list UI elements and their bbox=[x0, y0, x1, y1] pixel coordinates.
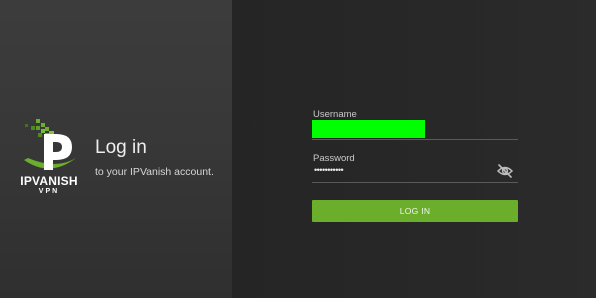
branding-panel: IPVANISH VPN Log in to your IPVanish acc… bbox=[0, 0, 232, 298]
login-button[interactable]: LOG IN bbox=[312, 200, 518, 222]
password-field[interactable]: ••••••••••• bbox=[314, 165, 344, 176]
logo-wordmark: IPVANISH bbox=[20, 174, 78, 188]
page-subtitle: to your IPVanish account. bbox=[95, 166, 214, 178]
page-title: Log in bbox=[95, 137, 147, 158]
password-label: Password bbox=[313, 153, 355, 164]
logo-subtext: VPN bbox=[38, 188, 60, 195]
password-underline bbox=[312, 182, 518, 183]
login-screen: IPVANISH VPN Log in to your IPVanish acc… bbox=[0, 0, 596, 298]
eye-off-icon[interactable] bbox=[496, 163, 514, 179]
form-panel bbox=[232, 0, 596, 298]
ipvanish-logo-icon bbox=[24, 119, 76, 170]
username-underline bbox=[312, 139, 518, 140]
username-field[interactable] bbox=[312, 120, 425, 138]
username-label: Username bbox=[313, 109, 357, 120]
